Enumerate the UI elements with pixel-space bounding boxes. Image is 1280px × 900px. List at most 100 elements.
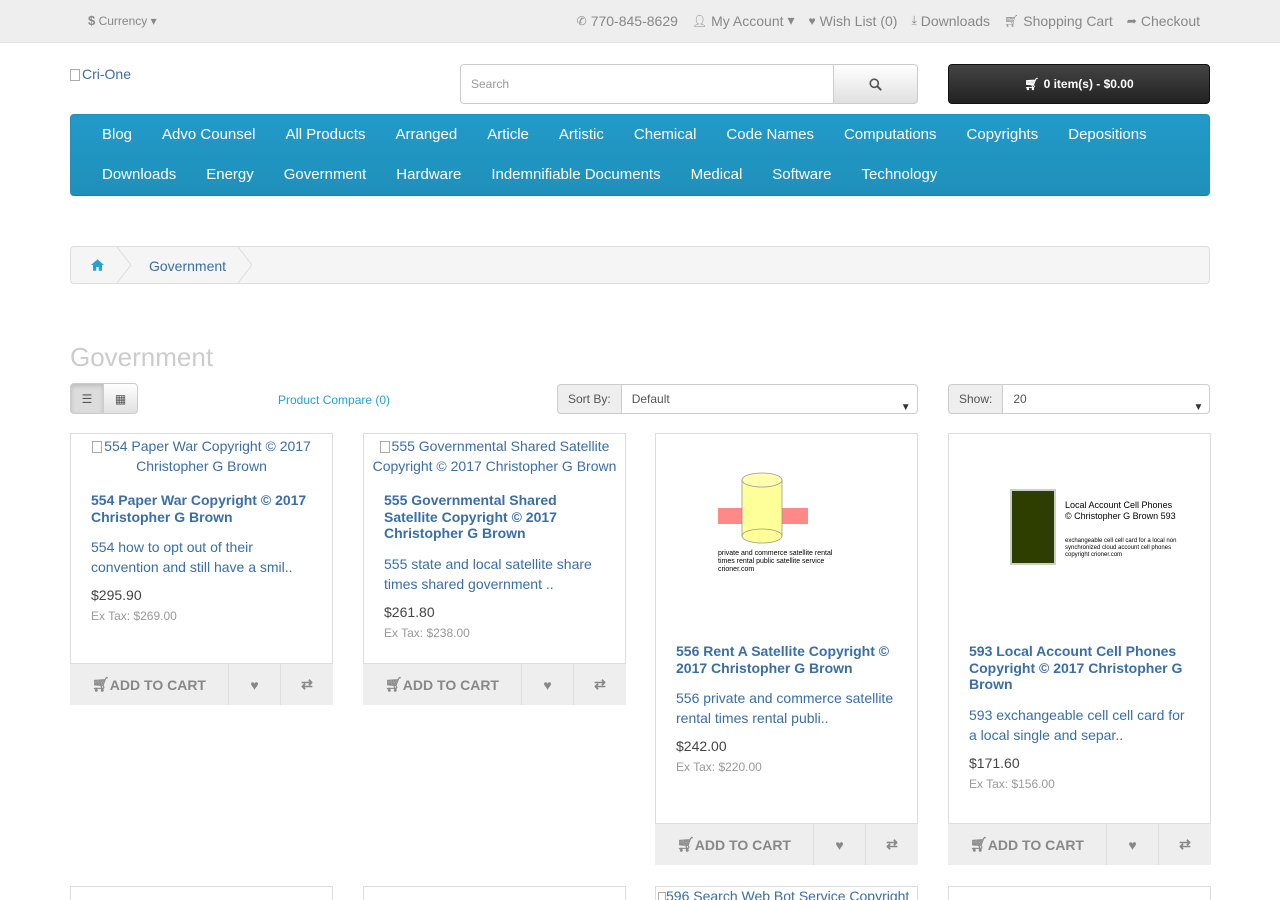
- menu-item-article[interactable]: Article: [472, 115, 544, 155]
- my-account-label: My Account: [711, 12, 784, 29]
- phone-link[interactable]: ✆ 770-845-8629: [577, 12, 678, 29]
- menu-item-arranged[interactable]: Arranged: [380, 115, 472, 155]
- search-input[interactable]: [460, 64, 834, 104]
- menu-item-medical[interactable]: Medical: [676, 155, 758, 195]
- menu-item-all-products[interactable]: All Products: [270, 115, 380, 155]
- add-to-cart-label: ADD TO CART: [987, 836, 1084, 853]
- menu-item-chemical[interactable]: Chemical: [619, 115, 712, 155]
- product-name-link[interactable]: 555 Governmental Shared Satellite Copyri…: [384, 492, 605, 542]
- product-image-link[interactable]: 554 Paper War Copyright © 2017 Christoph…: [71, 434, 332, 492]
- currency-dropdown[interactable]: $ Currency ▾: [88, 13, 157, 28]
- breadcrumb: Government: [70, 246, 1210, 284]
- add-to-wishlist-button[interactable]: ♥: [813, 824, 865, 865]
- heart-icon: ♥: [1128, 836, 1137, 853]
- list-icon: ☰: [81, 391, 93, 406]
- top-links: ✆ 770-845-8629 👤︎ My Account ▾ ♥ Wish Li…: [577, 12, 1200, 29]
- cart-icon: 🛒︎: [970, 836, 988, 852]
- currency-label: Currency: [98, 14, 148, 28]
- menu-item-software[interactable]: Software: [757, 155, 846, 195]
- product-name-link[interactable]: 556 Rent A Satellite Copyright © 2017 Ch…: [676, 643, 897, 676]
- show-select[interactable]: 20 ▼: [1003, 384, 1211, 414]
- menu-item-blog[interactable]: Blog: [87, 115, 147, 155]
- shopping-cart-label: Shopping Cart: [1023, 12, 1113, 29]
- add-to-cart-button[interactable]: 🛒︎ ADD TO CART: [363, 664, 521, 705]
- sort-label: Sort By:: [557, 384, 622, 414]
- menu-item-computations[interactable]: Computations: [829, 115, 952, 155]
- cart-summary-button[interactable]: 🛒︎ 0 item(s) - $0.00: [948, 64, 1210, 104]
- exchange-icon: ⇄: [1179, 836, 1191, 852]
- product-description: 556 private and commerce satellite renta…: [676, 690, 894, 726]
- menu-item-code-names[interactable]: Code Names: [711, 115, 829, 155]
- list-view-button[interactable]: ☰: [70, 383, 104, 414]
- menu-item-indemnifiable-documents[interactable]: Indemnifiable Documents: [476, 155, 675, 195]
- product-image-link[interactable]: 555 Governmental Shared Satellite Copyri…: [364, 434, 625, 492]
- breadcrumb-separator: [117, 247, 131, 283]
- heart-icon: ♥: [543, 676, 552, 693]
- product-actions: 🛒︎ ADD TO CART ♥ ⇄: [948, 823, 1211, 865]
- shopping-cart-link[interactable]: 🛒︎ Shopping Cart: [1004, 12, 1113, 29]
- grid-view-button[interactable]: ▦: [104, 383, 138, 414]
- product-card: private and commerce satellite rental ti…: [655, 433, 918, 865]
- product-price: $242.00: [676, 738, 727, 754]
- product-ex-tax: Ex Tax: $220.00: [676, 760, 762, 774]
- sort-selected-value: Default: [631, 392, 670, 406]
- downloads-link[interactable]: ⤓ Downloads: [911, 12, 990, 29]
- add-to-cart-button[interactable]: 🛒︎ ADD TO CART: [70, 664, 228, 705]
- product-card: [948, 886, 1211, 900]
- add-to-wishlist-button[interactable]: ♥: [521, 664, 573, 705]
- product-image-link[interactable]: private and commerce satellite rental ti…: [656, 434, 917, 634]
- checkout-link[interactable]: ➦ Checkout: [1127, 12, 1200, 29]
- product-ex-tax: Ex Tax: $238.00: [384, 625, 470, 640]
- menu-item-technology[interactable]: Technology: [846, 155, 952, 195]
- add-to-cart-button[interactable]: 🛒︎ ADD TO CART: [655, 824, 813, 865]
- wishlist-link[interactable]: ♥ Wish List (0): [809, 12, 898, 29]
- product-name-link[interactable]: 593 Local Account Cell Phones Copyright …: [969, 643, 1190, 693]
- sort-select[interactable]: Default ▼: [621, 384, 918, 414]
- menu-item-advo-counsel[interactable]: Advo Counsel: [147, 115, 270, 155]
- compare-button[interactable]: ⇄: [1158, 824, 1211, 865]
- wishlist-label: Wish List (0): [819, 12, 898, 29]
- product-compare-link[interactable]: Product Compare (0): [278, 393, 390, 407]
- product-ex-tax: Ex Tax: $156.00: [969, 776, 1055, 791]
- show-selected-value: 20: [1013, 392, 1027, 406]
- breadcrumb-home[interactable]: [91, 258, 104, 274]
- broken-image-icon: [92, 441, 103, 454]
- dollar-icon: $: [88, 13, 96, 28]
- grid-icon: ▦: [114, 391, 127, 406]
- menu-item-depositions[interactable]: Depositions: [1053, 115, 1161, 155]
- my-account-dropdown[interactable]: 👤︎ My Account ▾: [692, 12, 795, 29]
- product-actions: 🛒︎ ADD TO CART ♥ ⇄: [655, 823, 918, 865]
- home-icon: [91, 259, 104, 271]
- menu-item-energy[interactable]: Energy: [191, 155, 269, 195]
- product-description: 593 exchangeable cell cell card for a lo…: [969, 706, 1185, 743]
- add-to-wishlist-button[interactable]: ♥: [228, 664, 280, 705]
- logo-link[interactable]: Cri-One: [70, 66, 131, 82]
- menu-item-hardware[interactable]: Hardware: [381, 155, 476, 195]
- product-ex-tax: Ex Tax: $269.00: [91, 609, 177, 623]
- cart-icon: 🛒︎: [1024, 77, 1040, 91]
- breadcrumb-item-government[interactable]: Government: [149, 258, 226, 274]
- search-button[interactable]: [834, 64, 918, 104]
- download-icon: ⤓: [911, 13, 917, 27]
- menu-item-artistic[interactable]: Artistic: [544, 115, 619, 155]
- product-name-link[interactable]: 554 Paper War Copyright © 2017 Christoph…: [91, 492, 312, 525]
- product-description: 554 how to opt out of their convention a…: [91, 539, 293, 575]
- add-to-cart-button[interactable]: 🛒︎ ADD TO CART: [948, 824, 1106, 865]
- compare-button[interactable]: ⇄: [573, 664, 626, 705]
- page-title: Government: [70, 342, 214, 372]
- menu-item-downloads[interactable]: Downloads: [87, 155, 191, 195]
- menu-item-copyrights[interactable]: Copyrights: [952, 115, 1054, 155]
- add-to-wishlist-button[interactable]: ♥: [1106, 824, 1158, 865]
- show-control: Show: 20 ▼: [948, 384, 1211, 414]
- product-card: 554 Paper War Copyright © 2017 Christoph…: [70, 433, 333, 705]
- product-image-link[interactable]: Local Account Cell Phones © Christopher …: [949, 434, 1210, 634]
- compare-button[interactable]: ⇄: [280, 664, 333, 705]
- sort-control: Sort By: Default ▼: [557, 384, 918, 414]
- product-card: [363, 886, 626, 900]
- show-label: Show:: [948, 384, 1004, 414]
- menu-item-government[interactable]: Government: [269, 155, 382, 195]
- exchange-icon: ⇄: [886, 836, 898, 852]
- compare-button[interactable]: ⇄: [865, 824, 918, 865]
- add-to-cart-label: ADD TO CART: [694, 836, 791, 853]
- search-icon: [869, 77, 882, 91]
